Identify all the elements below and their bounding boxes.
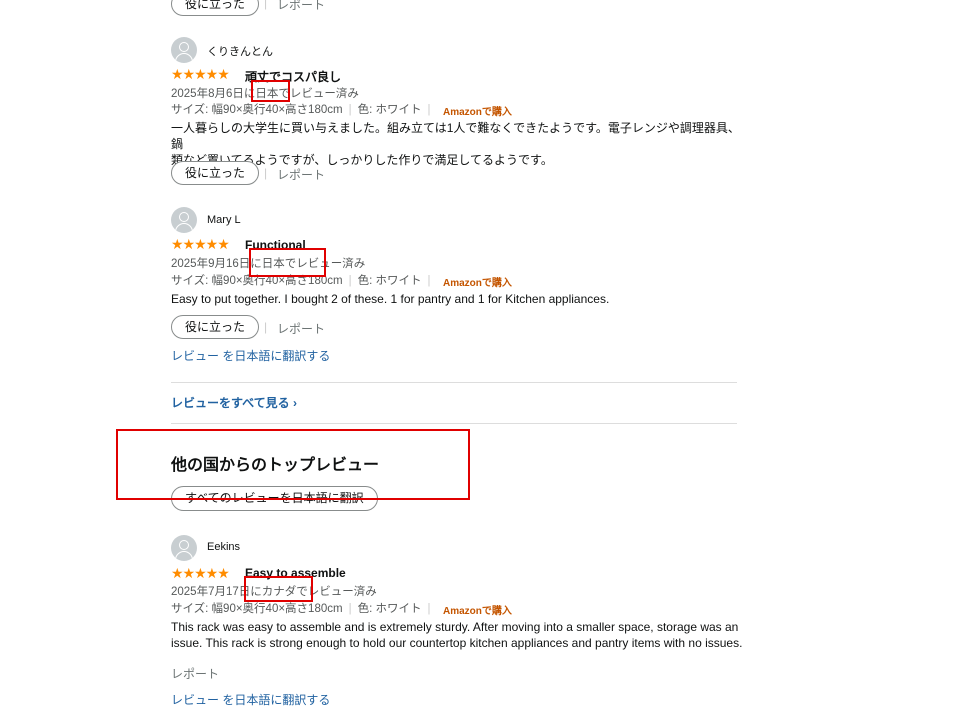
variant-color: 色: ホワイト xyxy=(357,275,422,287)
variant-size: サイズ: 幅90×奥行40×高さ180cm xyxy=(171,275,343,287)
report-link[interactable]: レポート xyxy=(277,166,325,183)
review-variant[interactable]: サイズ: 幅90×奥行40×高さ180cm | 色: ホワイト | xyxy=(171,600,436,616)
divider xyxy=(171,382,737,383)
review-author[interactable]: Mary L xyxy=(207,214,241,226)
variant-color: 色: ホワイト xyxy=(357,104,422,116)
report-link[interactable]: レポート xyxy=(277,320,325,337)
report-link[interactable]: レポート xyxy=(171,665,219,682)
translate-review-link[interactable]: レビュー を日本語に翻訳する xyxy=(171,347,330,364)
report-link[interactable]: レポート xyxy=(277,0,325,13)
separator: | xyxy=(264,166,268,180)
variant-size: サイズ: 幅90×奥行40×高さ180cm xyxy=(171,603,343,615)
avatar xyxy=(171,37,197,63)
review-author[interactable]: くりきんとん xyxy=(207,43,273,59)
review-date: 2025年9月16日に日本でレビュー済み xyxy=(171,258,366,270)
review-body: This rack was easy to assemble and is ex… xyxy=(171,620,743,650)
verified-purchase-badge: Amazonで購入 xyxy=(443,107,512,118)
review-variant[interactable]: サイズ: 幅90×奥行40×高さ180cm | 色: ホワイト | xyxy=(171,101,436,117)
star-rating[interactable]: ★★★★★ xyxy=(171,67,230,81)
helpful-button[interactable]: 役に立った xyxy=(171,0,260,16)
verified-purchase-badge: Amazonで購入 xyxy=(443,606,512,617)
review-body: 一人暮らしの大学生に買い与えました。組み立ては1人で難なくできたようです。電子レ… xyxy=(171,121,740,167)
avatar xyxy=(171,535,197,561)
star-rating[interactable]: ★★★★★ xyxy=(171,237,230,251)
divider xyxy=(171,423,737,424)
see-all-reviews-link[interactable]: レビューをすべて見る › xyxy=(171,394,297,411)
review-title[interactable]: Easy to assemble xyxy=(245,566,346,580)
review-date: 2025年8月6日に日本でレビュー済み xyxy=(171,88,359,100)
translate-all-button[interactable]: すべてのレビューを日本語に翻訳 xyxy=(171,486,378,511)
separator: | xyxy=(264,320,268,334)
separator: | xyxy=(264,0,268,10)
translate-review-link[interactable]: レビュー を日本語に翻訳する xyxy=(171,691,330,708)
variant-color: 色: ホワイト xyxy=(357,603,422,615)
verified-purchase-badge: Amazonで購入 xyxy=(443,278,512,289)
avatar xyxy=(171,207,197,233)
review-title[interactable]: 頑丈でコスパ良し xyxy=(245,68,341,85)
helpful-button[interactable]: 役に立った xyxy=(171,161,260,185)
helpful-button[interactable]: 役に立った xyxy=(171,315,260,339)
section-heading: 他の国からのトップレビュー xyxy=(171,457,380,474)
review-title[interactable]: Functional xyxy=(245,238,306,252)
variant-size: サイズ: 幅90×奥行40×高さ180cm xyxy=(171,104,343,116)
review-date: 2025年7月17日にカナダでレビュー済み xyxy=(171,586,377,598)
review-body: Easy to put together. I bought 2 of thes… xyxy=(171,292,610,306)
review-variant[interactable]: サイズ: 幅90×奥行40×高さ180cm | 色: ホワイト | xyxy=(171,272,436,288)
review-author[interactable]: Eekins xyxy=(207,541,240,553)
star-rating[interactable]: ★★★★★ xyxy=(171,566,230,580)
